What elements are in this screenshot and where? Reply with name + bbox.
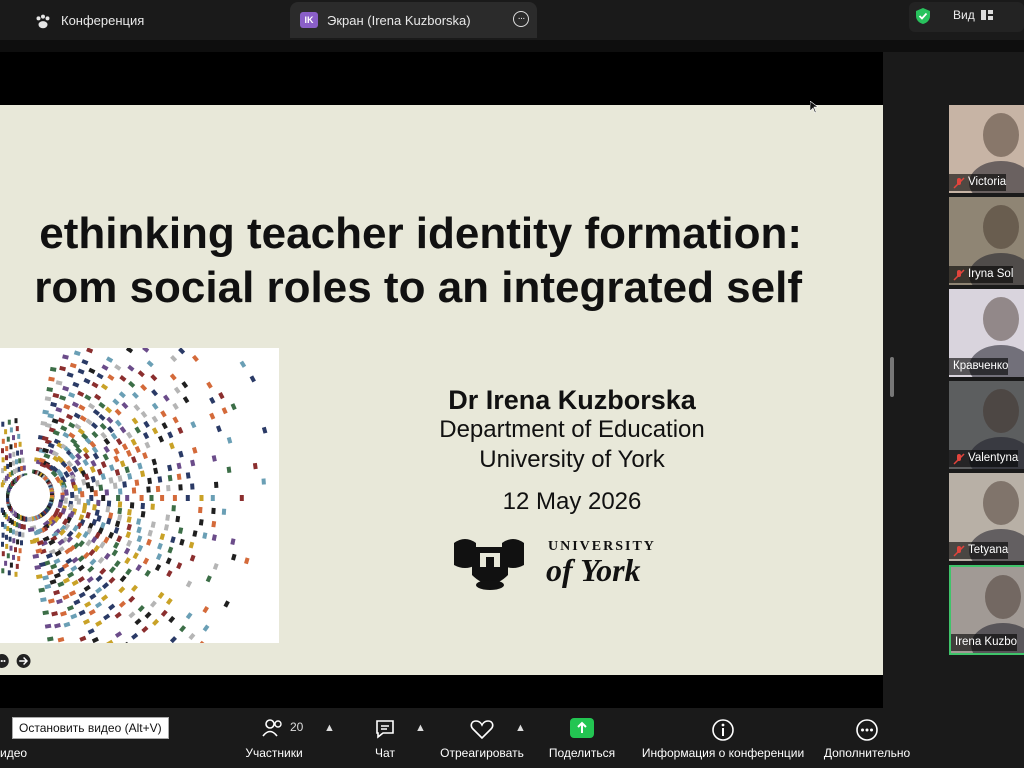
more-button[interactable]: Дополнительно xyxy=(820,708,914,768)
mic-muted-icon xyxy=(953,452,965,465)
view-layout-icon[interactable] xyxy=(981,9,993,21)
slide-title: ethinking teacher identity formation: ro… xyxy=(0,207,850,315)
participant-name: Valentyna xyxy=(968,452,1019,464)
chat-icon xyxy=(376,720,394,739)
gallery-resize-handle[interactable] xyxy=(890,357,894,397)
more-label: Дополнительно xyxy=(823,746,911,760)
department: Department of Education xyxy=(439,416,705,443)
chat-button[interactable]: Чат xyxy=(365,708,405,768)
participant-count: 20 xyxy=(290,720,304,734)
participant-tile[interactable]: Irena Kuzbo xyxy=(949,565,1024,655)
participant-tile[interactable]: Victoria xyxy=(949,105,1024,193)
share-screen-button[interactable]: Поделиться xyxy=(544,708,620,768)
participant-name: Victoria xyxy=(968,176,1007,188)
mic-muted-icon xyxy=(953,176,965,189)
mouse-cursor-icon xyxy=(810,101,818,113)
paw-icon xyxy=(36,14,50,29)
tab-screen-share[interactable]: IK Экран (Irena Kuzborska) ··· xyxy=(290,2,537,38)
tab-conference[interactable]: Конференция xyxy=(0,2,288,38)
tab-screen-label: Экран (Irena Kuzborska) xyxy=(327,12,471,28)
participants-icon xyxy=(262,719,282,737)
radial-art-image xyxy=(0,348,279,643)
react-button[interactable]: Отреагировать xyxy=(437,708,527,768)
mic-muted-icon xyxy=(953,268,965,281)
participants-label: Участники xyxy=(245,746,303,760)
more-dots-icon xyxy=(856,719,878,741)
chat-chevron-up-icon[interactable]: ▲ xyxy=(415,722,426,734)
participant-tile[interactable]: Valentyna xyxy=(949,381,1024,469)
slide-nav-controls[interactable] xyxy=(0,653,34,669)
logo-text-york: of York xyxy=(546,552,641,588)
york-crest-icon xyxy=(454,539,524,590)
participant-name-label: Кравченко xyxy=(949,358,1009,375)
participant-name-label: Victoria xyxy=(949,174,1007,191)
university: University of York xyxy=(479,446,665,473)
participant-tile[interactable]: Кравченко xyxy=(949,289,1024,377)
participant-name-label: Valentyna xyxy=(949,450,1019,467)
meeting-info-button[interactable]: Информация о конференции xyxy=(638,708,808,768)
presentation-date: 12 May 2026 xyxy=(502,488,642,515)
share-screen-icon xyxy=(570,718,594,738)
participant-name: Irena Kuzbo xyxy=(955,636,1018,648)
info-icon xyxy=(712,719,734,741)
react-label: Отреагировать xyxy=(440,746,524,760)
heart-icon xyxy=(470,720,494,740)
tab-conference-label: Конференция xyxy=(61,12,145,28)
view-button[interactable]: Вид xyxy=(953,8,975,22)
more-options-icon[interactable]: ··· xyxy=(513,11,529,27)
participant-name: Iryna Sol xyxy=(968,268,1014,280)
participant-tile[interactable]: Tetyana xyxy=(949,473,1024,561)
participant-tile[interactable]: Iryna Sol xyxy=(949,197,1024,285)
participant-name-label: Iryna Sol xyxy=(949,266,1014,283)
university-of-york-logo: UNIVERSITY of York xyxy=(450,535,690,597)
chat-label: Чат xyxy=(375,746,395,760)
participant-name: Tetyana xyxy=(968,544,1009,556)
participants-chevron-up-icon[interactable]: ▲ xyxy=(324,722,335,734)
stop-video-tooltip: Остановить видео (Alt+V) xyxy=(12,717,169,739)
participant-name: Кравченко xyxy=(953,360,1009,372)
participant-name-label: Irena Kuzbo xyxy=(951,634,1018,651)
share-label: Поделиться xyxy=(548,746,616,760)
top-bar: Конференция IK Экран (Irena Kuzborska) ·… xyxy=(0,0,1024,40)
slide-title-line-2: rom social roles to an integrated self xyxy=(34,263,802,312)
mic-muted-icon xyxy=(953,544,965,557)
shield-check-icon[interactable] xyxy=(915,7,931,25)
presenter-badge: IK xyxy=(300,12,318,28)
video-label: идео xyxy=(0,746,28,760)
slide-title-line-1: ethinking teacher identity formation: xyxy=(39,209,802,258)
author-name: Dr Irena Kuzborska xyxy=(448,385,696,415)
participants-button[interactable]: Участники xyxy=(240,708,308,768)
participant-name-label: Tetyana xyxy=(949,542,1009,559)
react-chevron-up-icon[interactable]: ▲ xyxy=(515,722,526,734)
meeting-info-label: Информация о конференции xyxy=(641,746,805,760)
presentation-slide: ethinking teacher identity formation: ro… xyxy=(0,105,883,675)
